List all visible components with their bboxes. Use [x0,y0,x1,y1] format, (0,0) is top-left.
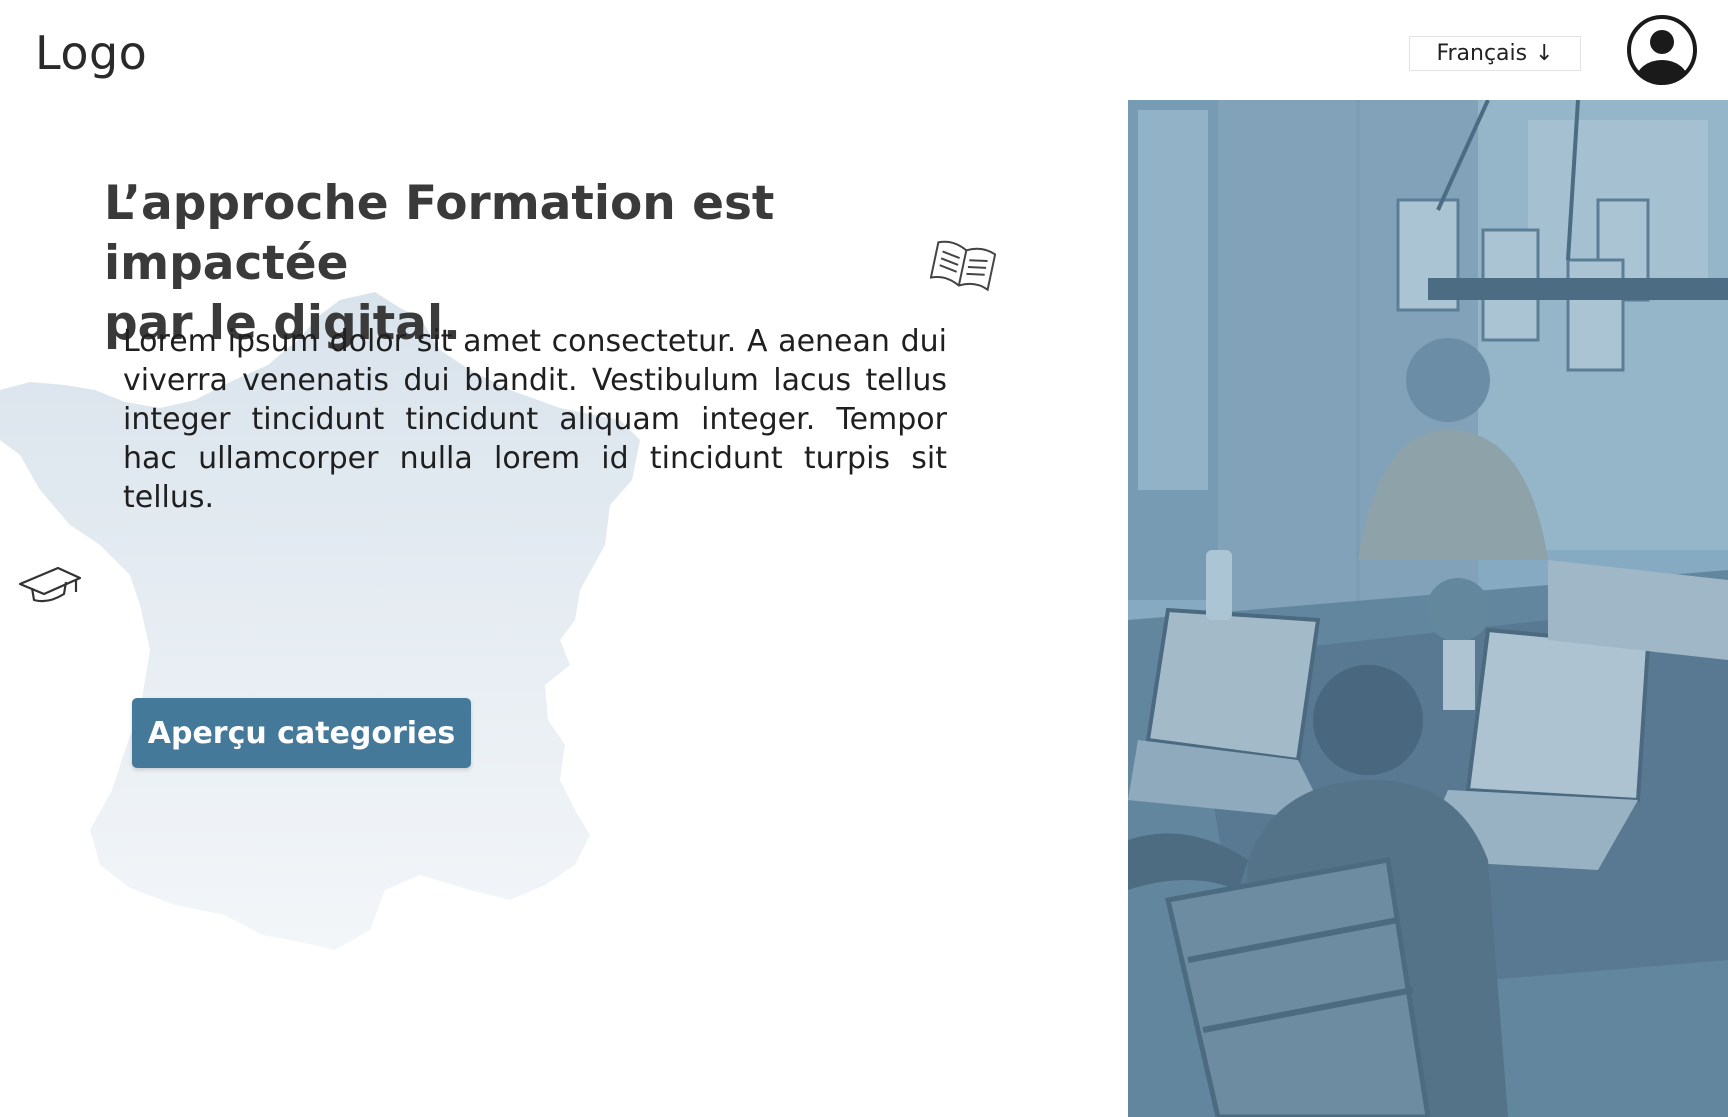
team-working-photo [1128,100,1728,1117]
language-select[interactable]: Français ↓ [1409,36,1581,71]
arrow-down-icon: ↓ [1535,41,1554,66]
open-book-icon [930,240,996,292]
hero-description: Lorem ipsum dolor sit amet consectetur. … [123,324,947,515]
logo[interactable]: Logo [35,26,147,80]
headline-line-1: L’approche Formation est impactée [104,176,775,291]
apercu-categories-button[interactable]: Aperçu categories [132,698,471,768]
user-circle-icon[interactable] [1626,14,1698,86]
language-selected-label: Français [1436,41,1528,66]
graduation-cap-icon [18,566,82,603]
